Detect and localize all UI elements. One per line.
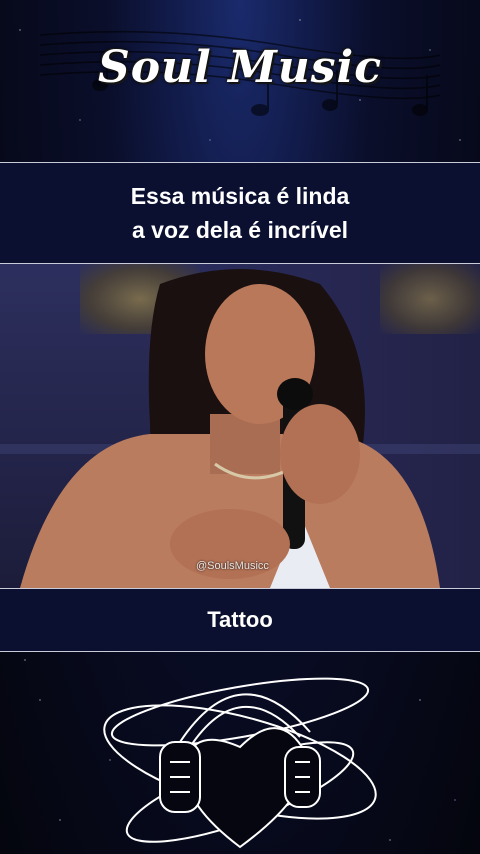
video-frame[interactable] <box>0 264 480 588</box>
video-watermark: @SoulsMusicc <box>196 560 269 572</box>
caption-line-2: a voz dela é incrível <box>131 217 349 243</box>
header: Soul Music <box>0 0 480 162</box>
song-title: Tattoo <box>207 607 273 632</box>
caption-band: Essa música é linda a voz dela é incríve… <box>0 162 480 264</box>
song-band: Tattoo <box>0 588 480 652</box>
caption-line-1: Essa música é linda <box>130 183 350 209</box>
logo-area <box>0 652 480 854</box>
singer-photo <box>20 269 440 588</box>
headphones-heart-icon <box>103 677 377 849</box>
brand-title: Soul Music <box>97 42 383 93</box>
